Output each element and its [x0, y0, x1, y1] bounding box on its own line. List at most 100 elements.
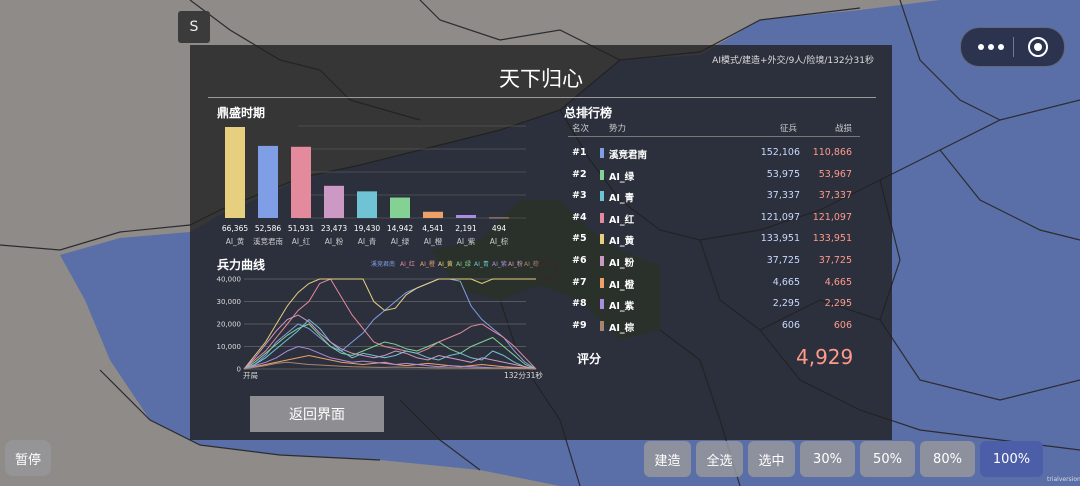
ranking-row: #9 AI_棕 606 606: [572, 316, 862, 336]
peak-category-label: AI_粉: [324, 237, 344, 246]
troop-legend-item: 溪竞君南: [371, 261, 396, 268]
ranking-losses: 37,337: [818, 190, 852, 202]
ranking-recruited: 53,975: [766, 168, 800, 180]
peak-category-label: AI_青: [357, 237, 377, 246]
faction-color-swatch: [600, 191, 604, 202]
speed-30-button[interactable]: 30%: [800, 441, 855, 477]
peak-bar: [258, 145, 278, 218]
peak-value-label: 14,942: [386, 224, 414, 233]
ranking-header-divider: [568, 136, 860, 137]
peak-category-label: 溪竞君南: [253, 237, 283, 246]
ranking-losses: 133,951: [812, 233, 852, 245]
ranking-faction-name: AI_橙: [609, 279, 635, 291]
ranking-recruited: 4,665: [772, 276, 800, 288]
score-value: 4,929: [796, 345, 854, 369]
more-dots-icon[interactable]: [973, 37, 1009, 57]
ranking-faction-name: AI_紫: [609, 301, 635, 313]
ranking-rank: #7: [572, 276, 587, 288]
ranking-row: #6 AI_粉 37,725 37,725: [572, 251, 862, 271]
ranking-faction-name: AI_棕: [609, 322, 635, 334]
peak-category-label: AI_黄: [225, 237, 245, 246]
peak-bar: [390, 197, 410, 218]
troop-legend-item: AI_绿: [456, 261, 471, 268]
ranking-row: #5 AI_黄 133,951 133,951: [572, 229, 862, 249]
faction-color-swatch: [600, 212, 604, 223]
select-all-button[interactable]: 全选: [696, 441, 743, 477]
peak-bar: [291, 146, 311, 218]
troop-legend-item: AI_黄: [438, 261, 453, 268]
ranking-recruited: 133,951: [760, 233, 800, 245]
ranking-recruited: 37,337: [766, 190, 800, 202]
ranking-losses: 606: [833, 319, 852, 331]
peak-category-label: AI_橙: [423, 237, 443, 246]
ranking-faction-name: AI_黄: [609, 236, 635, 248]
s-button[interactable]: S: [178, 11, 210, 43]
peak-bar: [456, 214, 476, 218]
peak-bar: [423, 211, 443, 218]
ranking-losses: 2,295: [824, 298, 852, 310]
peak-value-label: 66,365: [221, 224, 249, 233]
ranking-recruited: 606: [781, 319, 800, 331]
result-panel: 天下归心 AI模式/建造+外交/9人/险境/132分31秒 鼎盛时期 66,36…: [190, 45, 892, 440]
speed-100-button[interactable]: 100%: [980, 441, 1043, 477]
peak-value-label: 494: [491, 224, 507, 233]
faction-color-swatch: [600, 256, 604, 266]
troop-y-tick: 30,000: [217, 298, 242, 306]
ranking-rank: #4: [572, 211, 587, 223]
ranking-recruited: 152,106: [760, 147, 800, 158]
troop-legend-item: AI_棕: [524, 261, 539, 268]
peak-value-label: 4,541: [422, 224, 444, 233]
ranking-row: #8 AI_紫 2,295 2,295: [572, 294, 862, 314]
troop-y-tick: 0: [237, 366, 241, 374]
title-divider: [208, 97, 876, 98]
peak-category-label: AI_棕: [489, 237, 509, 246]
ranking-rank: #2: [572, 168, 587, 180]
ranking-faction-name: AI_青: [609, 193, 635, 205]
ranking-losses: 121,097: [812, 211, 852, 223]
troop-series-line: [243, 318, 537, 370]
build-button[interactable]: 建造: [644, 441, 691, 477]
ranking-header-faction: 势力: [609, 124, 627, 134]
faction-color-swatch: [600, 277, 604, 288]
ranking-row: #3 AI_青 37,337 37,337: [572, 186, 862, 206]
ranking-recruited: 2,295: [772, 298, 800, 310]
peak-value-label: 19,430: [353, 224, 381, 233]
ranking-losses: 37,725: [818, 255, 852, 266]
score-label: 评分: [577, 352, 602, 366]
ranking-losses: 110,866: [812, 147, 852, 158]
troop-y-tick: 40,000: [217, 276, 242, 284]
ranking-rank: #3: [572, 190, 587, 202]
ranking-row: #1 溪竞君南 152,106 110,866: [572, 143, 862, 163]
ranking-faction-name: AI_粉: [609, 258, 635, 269]
troop-legend-item: AI_红: [400, 261, 415, 268]
peak-value-label: 52,586: [254, 224, 282, 233]
troop-legend-item: AI_橙: [420, 261, 435, 268]
peak-value-label: 23,473: [320, 224, 348, 233]
ranking-rank: #6: [572, 255, 587, 266]
select-button[interactable]: 选中: [748, 441, 795, 477]
ranking-faction-name: AI_绿: [609, 171, 635, 183]
x-start-label: 开局: [243, 371, 258, 380]
ranking-section-title: 总排行榜: [564, 106, 613, 120]
speed-50-button[interactable]: 50%: [860, 441, 915, 477]
peak-bar: [324, 185, 344, 218]
return-button[interactable]: 返回界面: [250, 396, 384, 432]
pause-button[interactable]: 暂停: [5, 440, 51, 476]
faction-color-swatch: [600, 169, 604, 180]
speed-80-button[interactable]: 80%: [920, 441, 975, 477]
target-icon[interactable]: [1027, 36, 1049, 58]
ranking-losses: 4,665: [824, 276, 852, 288]
ranking-losses: 53,967: [818, 168, 852, 180]
troop-y-tick: 10,000: [217, 343, 242, 351]
capsule-divider: [1013, 37, 1014, 57]
ranking-rank: #1: [572, 147, 587, 158]
ranking-row: #4 AI_红 121,097 121,097: [572, 208, 862, 228]
peak-category-label: AI_紫: [456, 237, 476, 246]
ranking-row: #7 AI_橙 4,665 4,665: [572, 273, 862, 293]
peak-bar: [489, 217, 509, 219]
troop-legend-item: AI_紫: [492, 261, 507, 268]
ranking-header-losses: 战损: [835, 124, 853, 134]
mini-program-capsule: [960, 27, 1065, 67]
peak-value-label: 2,191: [455, 224, 477, 233]
faction-color-swatch: [600, 320, 604, 331]
